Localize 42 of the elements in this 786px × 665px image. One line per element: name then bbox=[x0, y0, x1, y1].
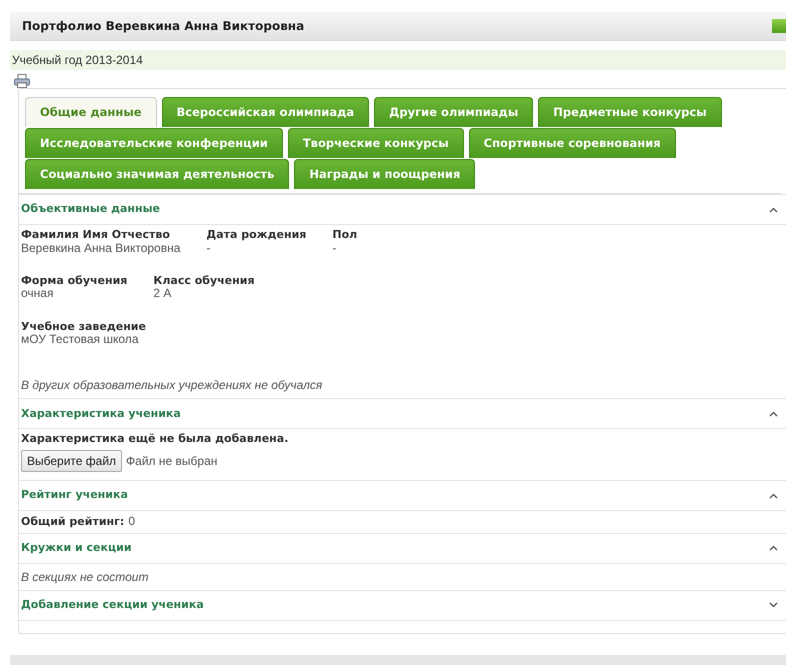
choose-file-button[interactable]: Выберите файл bbox=[21, 450, 122, 472]
tab[interactable]: Всероссийская олимпиада bbox=[162, 97, 370, 127]
section-title[interactable]: Рейтинг ученика bbox=[21, 487, 128, 504]
school-year: Учебный год 2013-2014 bbox=[10, 50, 786, 70]
chevron-up-icon[interactable] bbox=[769, 545, 778, 552]
note-text: В секциях не состоит bbox=[21, 568, 150, 586]
field-value: - bbox=[332, 242, 338, 255]
tab[interactable]: Спортивные соревнования bbox=[468, 128, 676, 158]
field-label: Класс обучения bbox=[153, 274, 255, 288]
tab[interactable]: Исследовательские конференции bbox=[25, 128, 283, 158]
tab[interactable]: Творческие конкурсы bbox=[288, 128, 464, 158]
chevron-down-icon[interactable] bbox=[769, 602, 778, 608]
section-title[interactable]: Характеристика ученика bbox=[21, 406, 181, 422]
tab[interactable]: Социально значимая деятельность bbox=[25, 159, 290, 189]
section-title[interactable]: Объективные данные bbox=[21, 201, 160, 218]
field-label: Пол bbox=[332, 229, 358, 242]
section-title[interactable]: Добавление секции ученика bbox=[21, 597, 204, 614]
tab[interactable]: Награды и поощрения bbox=[294, 159, 476, 189]
chevron-up-icon[interactable] bbox=[769, 492, 778, 499]
chevron-up-icon[interactable] bbox=[769, 410, 778, 417]
note-text: В других образовательных учреждениях не обучался bbox=[21, 377, 324, 394]
field-value: очная bbox=[21, 287, 54, 301]
field-value: - bbox=[206, 242, 212, 255]
section-title[interactable]: Кружки и секции bbox=[21, 540, 132, 557]
field-label: Форма обучения bbox=[21, 274, 128, 288]
file-status: Файл не выбран bbox=[126, 454, 218, 468]
field-value: Веревкина Анна Викторовна bbox=[21, 242, 180, 255]
field-value: 2 А bbox=[153, 287, 172, 301]
message-text: Характеристика ещё не была добавлена. bbox=[21, 433, 290, 446]
print-icon[interactable] bbox=[14, 74, 30, 88]
rating-label: Общий рейтинг: bbox=[21, 516, 124, 529]
field-label: Дата рождения bbox=[206, 229, 306, 242]
rating-value: 0 bbox=[128, 515, 135, 528]
field-value: мОУ Тестовая школа bbox=[21, 333, 140, 346]
tab[interactable]: Другие олимпиады bbox=[374, 97, 534, 127]
status-square-icon bbox=[772, 19, 786, 33]
field-label: Учебное заведение bbox=[21, 320, 146, 334]
chevron-up-icon[interactable] bbox=[769, 206, 778, 212]
tab[interactable]: Предметные конкурсы bbox=[538, 97, 722, 127]
field-label: Фамилия Имя Отчество bbox=[21, 229, 171, 242]
tab[interactable]: Общие данные bbox=[25, 97, 157, 127]
page-title: Портфолио Веревкина Анна Викторовна bbox=[22, 18, 304, 35]
